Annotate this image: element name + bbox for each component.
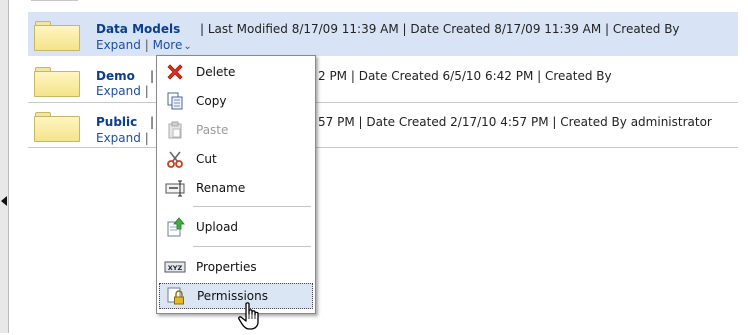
item-action-links: Expand | xyxy=(96,131,149,145)
top-divider xyxy=(31,0,78,1)
menu-item-label: Upload xyxy=(196,220,239,234)
menu-item-rename[interactable]: Rename xyxy=(159,175,313,201)
item-metadata: 2 PM | Date Created 6/5/10 6:42 PM | Cre… xyxy=(318,69,612,83)
menu-item-label: Delete xyxy=(196,65,236,79)
item-name-separator: | xyxy=(150,69,155,83)
hand-pointer-cursor-icon xyxy=(236,300,268,332)
menu-item-upload[interactable]: Upload xyxy=(159,214,313,240)
list-item[interactable]: Public | 57 PM | Date Created 2/17/10 4:… xyxy=(28,104,738,148)
folder-icon[interactable] xyxy=(34,112,80,142)
paste-icon xyxy=(162,119,188,141)
item-name-link[interactable]: Public xyxy=(96,115,137,129)
menu-item-label: Cut xyxy=(196,152,217,166)
chevron-down-icon: ⌄ xyxy=(183,41,192,52)
link-separator: | xyxy=(144,84,149,98)
menu-item-cut[interactable]: Cut xyxy=(159,146,313,172)
menu-item-label: Copy xyxy=(196,94,227,108)
svg-text:XYZ: XYZ xyxy=(168,264,183,272)
item-name-link[interactable]: Data Models xyxy=(96,22,180,36)
menu-separator xyxy=(193,206,311,207)
folder-icon[interactable] xyxy=(34,21,80,51)
expand-link[interactable]: Expand xyxy=(96,38,141,52)
more-link[interactable]: More⌄ xyxy=(153,38,192,52)
menu-item-properties[interactable]: XYZ Properties xyxy=(159,254,313,280)
item-metadata: | Last Modified 8/17/09 11:39 AM | Date … xyxy=(200,22,680,36)
rename-icon xyxy=(162,177,188,199)
menu-item-label: Rename xyxy=(196,181,246,195)
menu-separator xyxy=(193,246,311,247)
properties-icon: XYZ xyxy=(162,256,188,278)
list-item[interactable]: Data Models | Last Modified 8/17/09 11:3… xyxy=(28,12,738,56)
item-action-links: Expand | xyxy=(96,84,149,98)
menu-item-delete[interactable]: Delete xyxy=(159,59,313,85)
permissions-lock-icon xyxy=(163,285,189,307)
item-name-link[interactable]: Demo xyxy=(96,69,135,83)
menu-item-copy[interactable]: Copy xyxy=(159,88,313,114)
link-separator: | xyxy=(144,131,149,145)
menu-item-label: Properties xyxy=(196,260,257,274)
folder-icon[interactable] xyxy=(34,67,80,97)
item-name-separator: | xyxy=(150,115,155,129)
item-action-links: Expand | More⌄ xyxy=(96,38,192,52)
more-label: More xyxy=(152,38,183,52)
delete-x-icon xyxy=(162,61,188,83)
list-item[interactable]: Demo | 2 PM | Date Created 6/5/10 6:42 P… xyxy=(28,60,738,103)
context-menu: Delete Copy Paste Cut Rename Upload XYZ … xyxy=(156,55,316,314)
left-panel-edge xyxy=(0,0,9,333)
menu-item-label: Paste xyxy=(196,123,229,137)
upload-icon xyxy=(162,216,188,238)
collapse-panel-arrow-icon[interactable] xyxy=(1,196,7,206)
link-separator: | xyxy=(144,38,149,52)
copy-icon xyxy=(162,90,188,112)
scissors-icon xyxy=(162,148,188,170)
expand-link[interactable]: Expand xyxy=(96,84,141,98)
expand-link[interactable]: Expand xyxy=(96,131,141,145)
menu-item-paste[interactable]: Paste xyxy=(159,117,313,143)
item-metadata: 57 PM | Date Created 2/17/10 4:57 PM | C… xyxy=(318,115,712,129)
